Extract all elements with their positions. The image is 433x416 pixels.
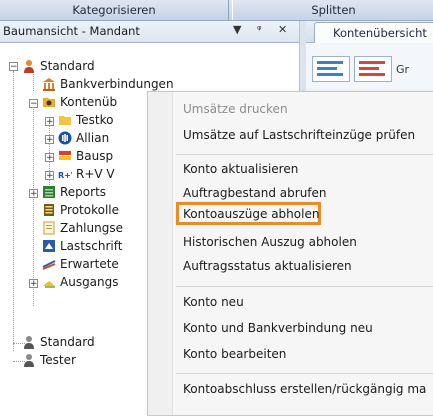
menu-item-edit-account[interactable]: Konto bearbeiten bbox=[183, 347, 286, 361]
context-menu: Umsätze drucken Umsätze auf Lastschrifte… bbox=[147, 91, 433, 416]
menu-item-account-closing[interactable]: Kontoabschluss erstellen/rückgängig ma bbox=[183, 382, 426, 396]
tree-node-label: Ausgangs bbox=[60, 275, 119, 289]
tab-label: Kontenübersicht bbox=[333, 26, 427, 40]
menu-item-print-transactions[interactable]: Umsätze drucken bbox=[183, 102, 288, 116]
tree-node-label: Standard bbox=[40, 335, 95, 349]
tree-node-label: Kontenüb bbox=[60, 95, 118, 109]
menu-item-fetch-statements[interactable]: Kontoauszüge abholen bbox=[183, 207, 319, 221]
tree-node-label: Bausp bbox=[76, 149, 114, 163]
panel-dropdown-icon[interactable]: ▼ bbox=[233, 23, 241, 36]
tree-node-standard[interactable]: Standard bbox=[22, 57, 222, 75]
menu-separator bbox=[176, 286, 433, 287]
tree-node-label: Standard bbox=[40, 59, 95, 73]
expand-toggle[interactable]: + bbox=[45, 135, 54, 145]
folder-icon bbox=[59, 116, 71, 125]
ribbon-label: Gr bbox=[396, 63, 410, 76]
tree-node-label: Testko bbox=[76, 113, 114, 127]
menu-item-check-direct-debits[interactable]: Umsätze auf Lastschrifteinzüge prüfen bbox=[183, 128, 415, 142]
collapse-toggle[interactable]: − bbox=[9, 62, 18, 72]
menu-icon-strip bbox=[148, 92, 173, 415]
accounts-folder-icon bbox=[43, 98, 55, 107]
collapse-toggle[interactable]: − bbox=[29, 99, 38, 109]
list-view-icon[interactable] bbox=[312, 56, 350, 82]
user-icon bbox=[24, 60, 34, 73]
expand-toggle[interactable]: + bbox=[29, 189, 38, 199]
tree-node-label: Allian bbox=[76, 131, 110, 145]
tree-node-label: Lastschrift bbox=[60, 239, 123, 253]
expand-toggle[interactable]: + bbox=[45, 171, 54, 181]
user-icon bbox=[24, 336, 34, 349]
reports-icon bbox=[43, 186, 55, 198]
tree-node-label: Zahlungse bbox=[60, 221, 123, 235]
top-toolbar: Kategorisieren Splitten bbox=[0, 0, 433, 21]
tree-node-label: Protokolle bbox=[60, 203, 119, 217]
panel-close-icon[interactable]: ✕ bbox=[278, 23, 287, 36]
tree-node-label: Reports bbox=[60, 185, 107, 199]
menu-item-new-account[interactable]: Konto neu bbox=[183, 295, 244, 309]
panel-title: Baumansicht - Mandant bbox=[3, 24, 140, 38]
split-button[interactable]: Splitten bbox=[232, 0, 433, 20]
expected-icon bbox=[42, 260, 56, 270]
expand-toggle[interactable]: + bbox=[45, 153, 54, 163]
bank-icon bbox=[43, 78, 55, 91]
menu-item-update-account[interactable]: Konto aktualisieren bbox=[183, 162, 298, 176]
direct-debit-icon bbox=[43, 240, 55, 252]
allianz-icon bbox=[58, 131, 72, 145]
expand-toggle[interactable]: + bbox=[29, 279, 38, 289]
user-icon bbox=[24, 354, 34, 367]
categorize-button[interactable]: Kategorisieren bbox=[0, 0, 229, 20]
svg-text:R+V: R+V bbox=[58, 171, 72, 180]
tree-node-label: Tester bbox=[40, 353, 76, 367]
menu-separator bbox=[176, 373, 433, 374]
tab-account-overview[interactable]: Kontenübersicht bbox=[314, 22, 433, 43]
ruv-icon: R+V bbox=[58, 171, 72, 180]
menu-separator bbox=[176, 154, 433, 155]
bauspar-icon bbox=[59, 151, 71, 160]
panel-pin-icon[interactable]: ᵠ bbox=[257, 23, 262, 36]
menu-item-fetch-order-status[interactable]: Auftragbestand abrufen bbox=[183, 186, 327, 200]
menu-item-update-order-status[interactable]: Auftragsstatus aktualisieren bbox=[183, 259, 352, 273]
menu-item-new-account-and-bank[interactable]: Konto und Bankverbindung neu bbox=[183, 321, 373, 335]
expand-toggle[interactable]: + bbox=[45, 117, 54, 127]
log-icon bbox=[44, 204, 54, 216]
tree-node-label: Erwartete bbox=[60, 257, 119, 271]
outbox-icon bbox=[43, 281, 55, 288]
list-view-alt-icon[interactable] bbox=[354, 56, 392, 82]
tab-strip: Kontenübersicht bbox=[306, 21, 433, 43]
tree-panel-header: Baumansicht - Mandant ▼ ᵠ ✕ bbox=[0, 21, 299, 43]
tree-node-label: R+V V bbox=[76, 167, 115, 181]
menu-item-fetch-historical-statement[interactable]: Historischen Auszug abholen bbox=[183, 235, 357, 249]
payment-icon bbox=[43, 221, 55, 235]
